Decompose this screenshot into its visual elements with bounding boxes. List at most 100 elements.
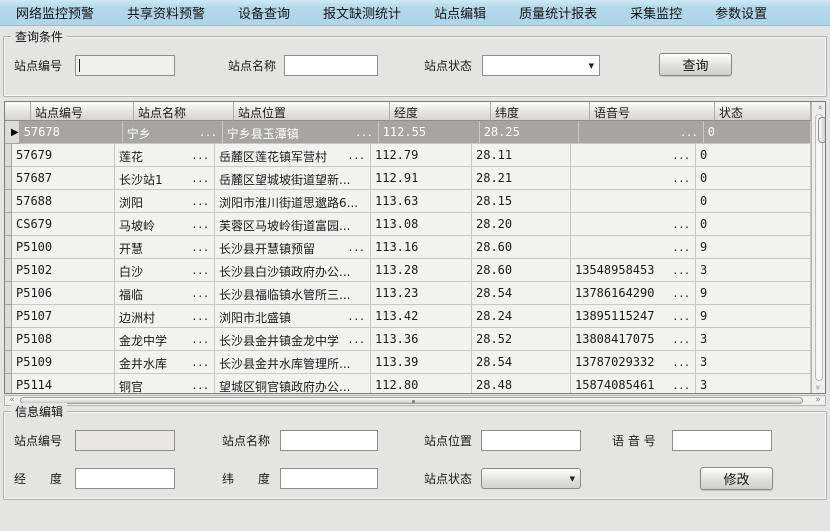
menu-item-collection-monitor[interactable]: 采集监控 [622,0,690,26]
query-station-name-input[interactable] [284,55,378,76]
col-header-station-name[interactable]: 站点名称 [134,102,234,121]
ellipsis: ... [193,355,210,373]
query-station-status-label: 站点状态 [424,56,472,76]
cell-station-code: P5102 [12,259,115,282]
search-button[interactable]: 查询 [659,53,732,76]
cell-voice-number: 13895115247... [571,305,696,328]
col-header-station-position[interactable]: 站点位置 [234,102,390,121]
cell-text: 金龙中学 [119,332,167,350]
row-selector [5,259,12,282]
edit-latitude-input[interactable] [280,468,378,489]
cell-text: 浏阳 [119,194,143,212]
query-station-code-input[interactable] [75,55,175,76]
menu-item-quality-report[interactable]: 质量统计报表 [511,0,605,26]
scroll-right-icon[interactable]: » [811,396,825,405]
cell-station-code: 57688 [12,190,115,213]
cell-text: 13895115247 [575,309,654,327]
ellipsis: ... [193,263,210,281]
table-row[interactable]: 57688 浏阳... 浏阳市淮川街道思邈路6... 113.63 28.15 … [5,190,811,213]
table-row[interactable]: P5109 金井水库... 长沙县金井水库管理所... 113.39 28.54… [5,351,811,374]
cell-text: 岳麓区莲花镇军营村 [219,148,327,166]
text-caret [79,59,80,72]
cell-text: 铜官 [119,378,143,393]
cell-station-position: 长沙县福临镇水管所三... [215,282,371,305]
vertical-scrollbar[interactable]: « « [811,102,825,393]
col-header-status[interactable]: 状态 [715,102,811,121]
col-header-voice-number[interactable]: 语音号 [590,102,715,121]
table-row[interactable]: P5102 白沙... 长沙县白沙镇政府办公... 113.28 28.60 1… [5,259,811,282]
col-header-longitude[interactable]: 经度 [390,102,491,121]
cell-voice-number: 13787029332... [571,351,696,374]
cell-status: 9 [696,305,811,328]
col-header-latitude[interactable]: 纬度 [491,102,590,121]
menubar: 网络监控预警 共享资料预警 设备查询 报文缺测统计 站点编辑 质量统计报表 采集… [0,0,830,26]
ellipsis: ... [349,309,366,327]
cell-station-position: 长沙县白沙镇政府办公... [215,259,371,282]
v-scroll-thumb[interactable] [818,117,826,143]
table-row[interactable]: 57679 莲花... 岳麓区莲花镇军营村... 112.79 28.11 ..… [5,144,811,167]
cell-longitude: 113.23 [371,282,472,305]
edit-voice-number-input[interactable] [672,430,772,451]
table-row[interactable]: P5100 开慧... 长沙县开慧镇预留... 113.16 28.60 ...… [5,236,811,259]
cell-station-position: 宁乡县玉潭镇... [223,121,379,144]
table-row[interactable]: P5108 金龙中学... 长沙县金井镇金龙中学... 113.36 28.52… [5,328,811,351]
cell-station-code: P5106 [12,282,115,305]
cell-text: 13786164290 [575,286,654,304]
cell-voice-number [571,190,696,213]
menu-item-station-edit[interactable]: 站点编辑 [426,0,494,26]
col-header-station-code[interactable]: 站点编号 [31,102,134,121]
menu-item-parameter-settings[interactable]: 参数设置 [707,0,775,26]
cell-latitude: 28.15 [472,190,571,213]
cell-status: 9 [696,236,811,259]
cell-status: 0 [696,167,811,190]
ellipsis: ... [193,309,210,327]
cell-status: 3 [696,374,811,393]
edit-station-code-label: 站点编号 [14,431,62,451]
cell-text: 莲花 [119,148,143,166]
scroll-up-icon[interactable]: « [813,105,824,111]
edit-station-name-label: 站点名称 [222,431,270,451]
query-station-status-select[interactable]: ▼ [482,55,600,76]
cell-station-name: 开慧... [115,236,215,259]
row-selector: ▶ [5,121,20,144]
cell-longitude: 113.63 [371,190,472,213]
station-grid: 站点编号 站点名称 站点位置 经度 纬度 语音号 状态 ▶ 57678 宁乡..… [4,101,826,394]
horizontal-scrollbar[interactable]: « » [4,395,826,406]
edit-longitude-input[interactable] [75,468,175,489]
cell-status: 3 [696,259,811,282]
ellipsis: ... [674,263,691,281]
table-row[interactable]: 57687 长沙站1... 岳麓区望城坡街道望新... 112.91 28.21… [5,167,811,190]
cell-text: 长沙县金井水库管理所... [219,355,350,373]
cell-station-position: 浏阳市淮川街道思邈路6... [215,190,371,213]
h-scroll-thumb[interactable] [20,397,803,404]
cell-status: 0 [696,190,811,213]
cell-station-name: 铜官... [115,374,215,393]
cell-station-name: 莲花... [115,144,215,167]
cell-station-position: 浏阳市北盛镇... [215,305,371,328]
ellipsis: ... [200,125,217,143]
menu-item-shared-data-alert[interactable]: 共享资料预警 [119,0,213,26]
edit-station-status-select[interactable]: ▼ [481,468,581,489]
chevron-down-icon: ▼ [589,62,594,70]
scroll-down-icon[interactable]: « [813,385,824,391]
modify-button[interactable]: 修改 [700,467,773,490]
menu-item-network-monitoring-alert[interactable]: 网络监控预警 [8,0,102,26]
edit-station-name-input[interactable] [280,430,378,451]
cell-text: 长沙县开慧镇预留 [219,240,315,258]
edit-station-position-input[interactable] [481,430,581,451]
menu-item-message-missing-stats[interactable]: 报文缺测统计 [315,0,409,26]
ellipsis: ... [349,332,366,350]
thumb-grip-dot [412,400,415,403]
table-row[interactable]: CS679 马坡岭... 芙蓉区马坡岭街道富园... 113.08 28.20 … [5,213,811,236]
cell-longitude: 113.28 [371,259,472,282]
table-row[interactable]: ▶ 57678 宁乡... 宁乡县玉潭镇... 112.55 28.25 ...… [5,121,811,144]
table-row[interactable]: P5107 边洲村... 浏阳市北盛镇... 113.42 28.24 1389… [5,305,811,328]
v-scroll-track[interactable] [815,114,823,381]
table-row[interactable]: P5114 铜官... 望城区铜官镇政府办公... 112.80 28.48 1… [5,374,811,393]
menu-item-device-query[interactable]: 设备查询 [230,0,298,26]
cell-text: 长沙县福临镇水管所三... [219,286,350,304]
table-row[interactable]: P5106 福临... 长沙县福临镇水管所三... 113.23 28.54 1… [5,282,811,305]
table-header-row: 站点编号 站点名称 站点位置 经度 纬度 语音号 状态 [5,102,811,121]
cell-status: 3 [696,351,811,374]
ellipsis: ... [674,378,691,393]
